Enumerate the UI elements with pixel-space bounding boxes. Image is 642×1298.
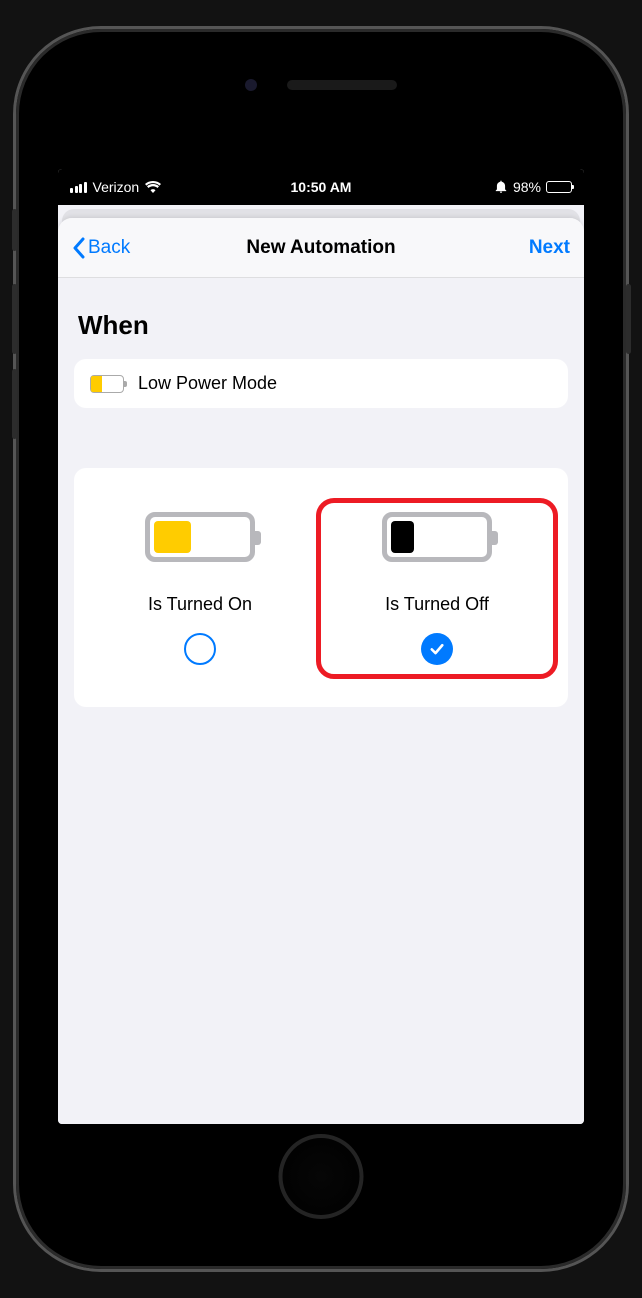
wifi-icon	[145, 181, 161, 193]
screen: Verizon 10:50 AM 98%	[58, 169, 584, 1124]
alarm-icon	[494, 180, 508, 194]
back-button[interactable]: Back	[72, 237, 152, 259]
trigger-card: Low Power Mode	[74, 359, 568, 408]
modal-sheet: Back New Automation Next When Low Power …	[58, 218, 584, 1124]
battery-icon	[546, 181, 572, 193]
mute-switch	[12, 209, 17, 251]
option-label-on: Is Turned On	[148, 594, 252, 615]
next-button[interactable]: Next	[490, 237, 570, 259]
battery-black-icon	[382, 512, 492, 562]
carrier-label: Verizon	[93, 179, 140, 195]
trigger-row[interactable]: Low Power Mode	[74, 359, 568, 408]
phone-frame: Verizon 10:50 AM 98%	[16, 29, 626, 1269]
battery-yellow-icon	[145, 512, 255, 562]
phone-top-hardware	[245, 79, 397, 91]
low-power-battery-icon	[90, 375, 124, 393]
clock-label: 10:50 AM	[237, 179, 404, 195]
power-button	[626, 284, 631, 354]
cellular-signal-icon	[70, 182, 87, 193]
radio-selected-icon	[421, 633, 453, 665]
options-card: Is Turned On Is Turned Off	[74, 468, 568, 707]
volume-down-button	[12, 369, 17, 439]
home-button[interactable]	[279, 1134, 364, 1219]
earpiece-speaker	[287, 80, 397, 90]
volume-up-button	[12, 284, 17, 354]
radio-unselected-icon	[184, 633, 216, 665]
chevron-left-icon	[72, 237, 86, 259]
front-camera	[245, 79, 257, 91]
nav-bar: Back New Automation Next	[58, 218, 584, 278]
checkmark-icon	[428, 640, 446, 658]
option-is-turned-off[interactable]: Is Turned Off	[316, 498, 558, 679]
page-title: New Automation	[246, 237, 395, 259]
section-heading: When	[78, 310, 568, 341]
option-label-off: Is Turned Off	[385, 594, 489, 615]
trigger-label: Low Power Mode	[138, 373, 277, 394]
back-label: Back	[88, 237, 130, 259]
battery-percent-label: 98%	[513, 179, 541, 195]
option-is-turned-on[interactable]: Is Turned On	[84, 498, 316, 679]
status-bar: Verizon 10:50 AM 98%	[58, 169, 584, 205]
